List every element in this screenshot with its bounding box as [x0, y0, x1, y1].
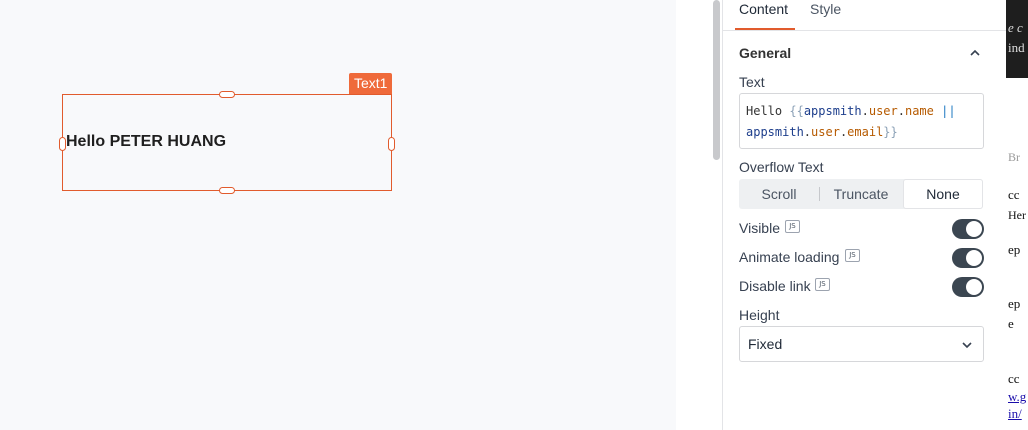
chevron-up-icon[interactable] — [969, 48, 981, 58]
widget-name-tag[interactable]: Text1 — [349, 73, 393, 94]
background-text-fragment: Her — [1008, 208, 1026, 222]
height-select[interactable]: Fixed — [739, 326, 984, 362]
code-token: || — [933, 104, 956, 118]
chevron-down-icon — [962, 342, 972, 349]
tab-style[interactable]: Style — [810, 1, 841, 17]
background-text-fragment: Br — [1008, 150, 1020, 164]
code-token: appsmith — [803, 104, 862, 118]
code-token: . — [897, 104, 905, 118]
resize-handle-top[interactable] — [219, 91, 235, 98]
widget-text-content: Hello PETER HUANG — [66, 133, 227, 150]
code-line-1: Hello {{appsmith.user.name || — [746, 101, 977, 122]
scrollbar-thumb[interactable] — [713, 0, 720, 160]
overflow-segmented-control: Scroll Truncate None — [739, 179, 983, 209]
disable-link-label: Disable link — [739, 278, 811, 294]
background-text-fragment: ep — [1008, 296, 1021, 311]
section-title-general[interactable]: General — [739, 45, 791, 61]
code-token: {{ — [789, 104, 804, 118]
code-token: user — [811, 125, 840, 139]
js-toggle-disable-link[interactable]: JS — [815, 278, 830, 291]
background-text-fragment: e c — [1008, 20, 1023, 35]
resize-handle-right[interactable] — [388, 137, 395, 151]
code-token: name — [904, 104, 934, 118]
visible-toggle[interactable] — [952, 219, 984, 239]
background-window-strip: e c ind Br cc Her ep ep e cc w.g in/ — [1006, 0, 1028, 430]
resize-handle-left[interactable] — [59, 137, 66, 151]
background-dark-panel — [1006, 0, 1028, 78]
height-select-value: Fixed — [748, 336, 783, 352]
background-text-fragment: ind — [1008, 40, 1025, 55]
toggle-knob — [966, 221, 982, 237]
code-token: email — [847, 125, 884, 139]
background-text-fragment: cc — [1008, 371, 1020, 386]
text-code-editor[interactable]: Hello {{appsmith.user.name || appsmith.u… — [739, 93, 984, 149]
js-toggle-visible[interactable]: JS — [785, 220, 800, 233]
toggle-knob — [966, 250, 982, 266]
property-pane: Content Style General Text Hello {{appsm… — [723, 0, 1006, 430]
animate-loading-label: Animate loading — [739, 249, 840, 265]
animate-loading-toggle[interactable] — [952, 248, 984, 268]
code-line-2: appsmith.user.email}} — [746, 122, 977, 143]
overflow-option-scroll[interactable]: Scroll — [739, 179, 819, 209]
js-toggle-animate-loading[interactable]: JS — [845, 249, 860, 262]
active-tab-indicator — [735, 28, 795, 30]
text-field-label: Text — [739, 74, 765, 90]
code-token: appsmith — [746, 125, 804, 139]
overflow-option-truncate[interactable]: Truncate — [820, 179, 902, 209]
height-label: Height — [739, 307, 780, 323]
background-link-fragment: in/ — [1008, 406, 1022, 421]
background-text-fragment: e — [1008, 316, 1014, 331]
background-text-fragment: ep — [1008, 242, 1021, 257]
overflow-option-none[interactable]: None — [903, 179, 983, 209]
toggle-knob — [966, 279, 982, 295]
code-token: }} — [883, 125, 898, 139]
editor-canvas[interactable]: Text1 Hello PETER HUANG — [0, 0, 676, 430]
overflow-label: Overflow Text — [739, 159, 824, 175]
resize-handle-bottom[interactable] — [219, 187, 235, 194]
visible-label: Visible — [739, 220, 780, 236]
tab-content[interactable]: Content — [739, 1, 788, 17]
text-widget[interactable]: Hello PETER HUANG — [59, 91, 395, 194]
disable-link-toggle[interactable] — [952, 277, 984, 297]
property-tabs: Content Style — [723, 0, 1006, 31]
code-token: . — [861, 104, 869, 118]
code-token: Hello — [746, 104, 790, 118]
background-text-fragment: cc — [1008, 187, 1020, 202]
background-link-fragment: w.g — [1008, 389, 1027, 404]
code-token: user — [868, 104, 898, 118]
code-token: . — [803, 125, 812, 139]
